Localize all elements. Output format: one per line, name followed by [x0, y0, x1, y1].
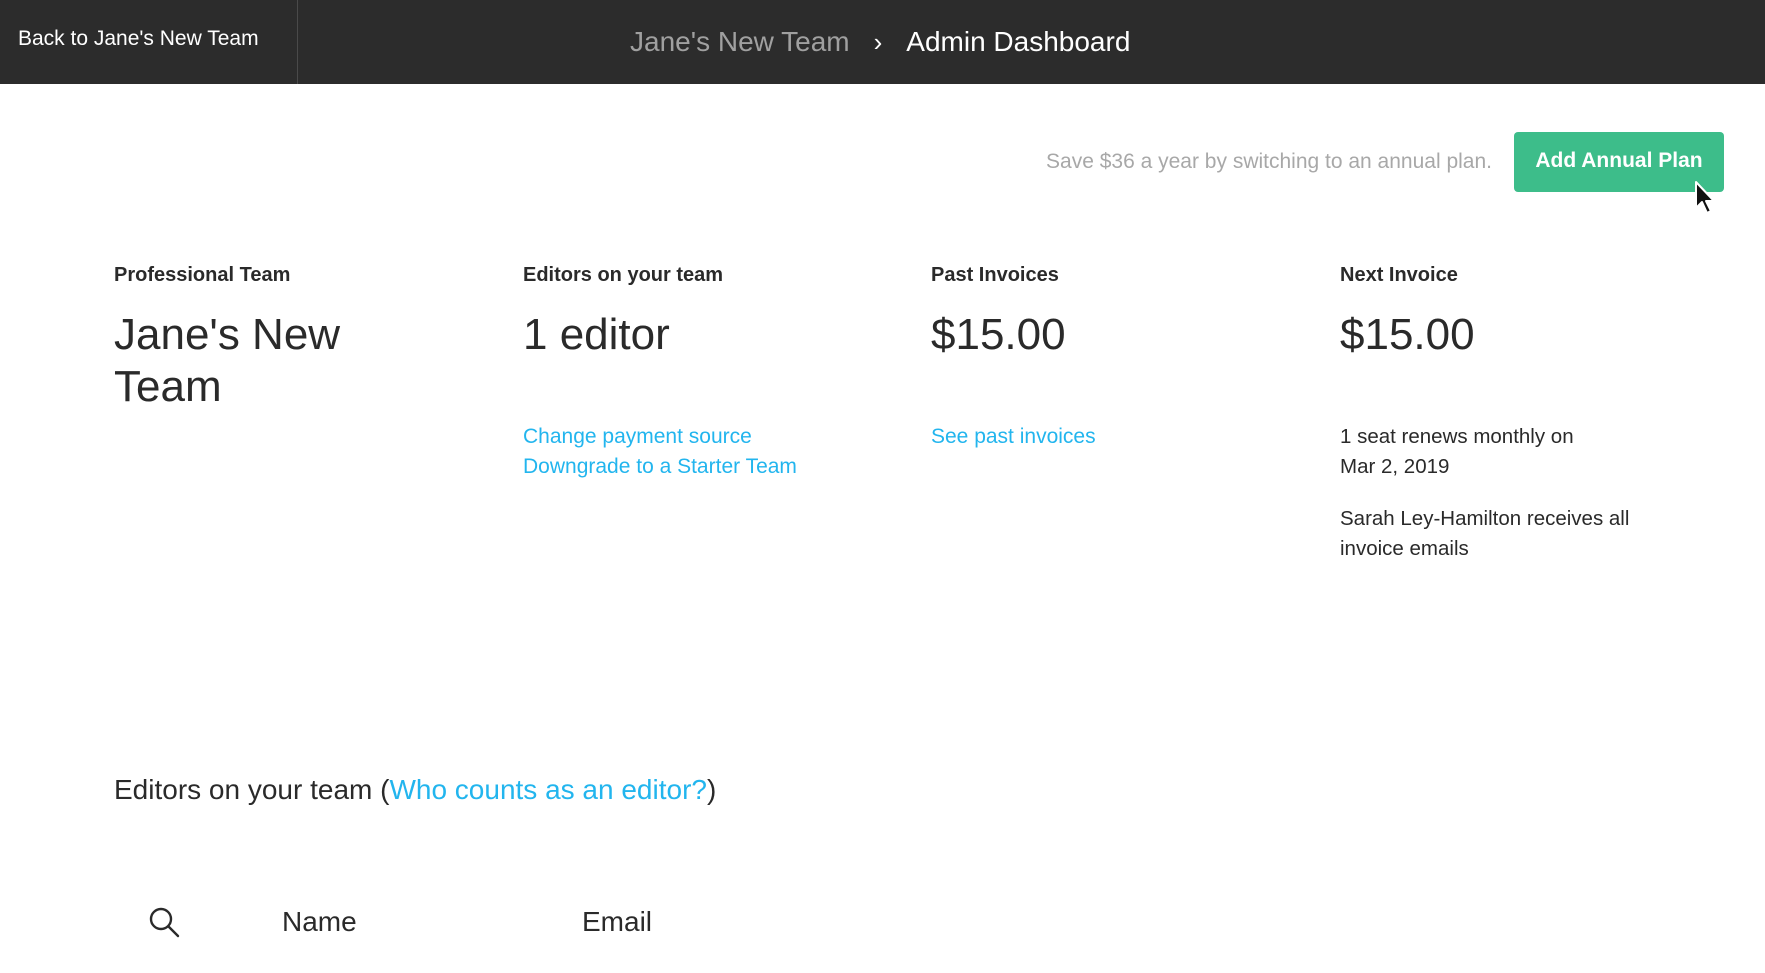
column-header-name[interactable]: Name	[282, 906, 357, 938]
add-annual-plan-button[interactable]: Add Annual Plan	[1514, 132, 1724, 192]
past-invoices-amount: $15.00	[931, 310, 1066, 359]
past-invoices-label: Past Invoices	[931, 264, 1059, 286]
billing-links: Change payment source Downgrade to a Sta…	[523, 422, 883, 482]
past-invoices-summary: Past Invoices $15.00	[931, 264, 1261, 361]
editors-heading-text: Editors on your team (	[114, 774, 390, 805]
renewal-info: 1 seat renews monthly on Mar 2, 2019	[1340, 425, 1574, 478]
invoice-recipient-info: Sarah Ley-Hamilton receives all invoice …	[1340, 507, 1630, 560]
past-invoices-links: See past invoices	[931, 422, 1291, 452]
downgrade-starter-team-link[interactable]: Downgrade to a Starter Team	[523, 452, 883, 482]
breadcrumb-team-link[interactable]: Jane's New Team	[630, 26, 850, 57]
editor-count: 1 editor	[523, 310, 670, 359]
next-invoice-summary: Next Invoice $15.00	[1340, 264, 1670, 361]
next-invoice-label: Next Invoice	[1340, 264, 1458, 286]
change-payment-source-link[interactable]: Change payment source	[523, 422, 883, 452]
editors-summary: Editors on your team 1 editor	[523, 264, 853, 361]
see-past-invoices-link[interactable]: See past invoices	[931, 422, 1291, 452]
page-title: Admin Dashboard	[906, 26, 1131, 57]
who-counts-editor-link[interactable]: Who counts as an editor?	[389, 774, 707, 805]
back-to-team-link[interactable]: Back to Jane's New Team	[0, 0, 298, 84]
editors-section-heading: Editors on your team (Who counts as an e…	[114, 774, 716, 806]
plan-label: Professional Team	[114, 264, 291, 286]
breadcrumb: Jane's New Team › Admin Dashboard	[630, 0, 1130, 84]
next-invoice-amount: $15.00	[1340, 310, 1475, 359]
editors-label: Editors on your team	[523, 264, 724, 286]
editors-heading-close: )	[706, 774, 717, 805]
annual-plan-promo-text: Save $36 a year by switching to an annua…	[1046, 150, 1492, 173]
top-bar: Back to Jane's New Team Jane's New Team ›…	[0, 0, 1765, 84]
plan-summary: Professional Team Jane's New Team	[114, 264, 444, 413]
mouse-pointer-icon	[1695, 181, 1715, 214]
team-name: Jane's New Team	[114, 310, 341, 411]
search-icon[interactable]	[148, 906, 180, 938]
breadcrumb-chevron-icon: ›	[873, 27, 883, 57]
column-header-email[interactable]: Email	[582, 906, 652, 938]
